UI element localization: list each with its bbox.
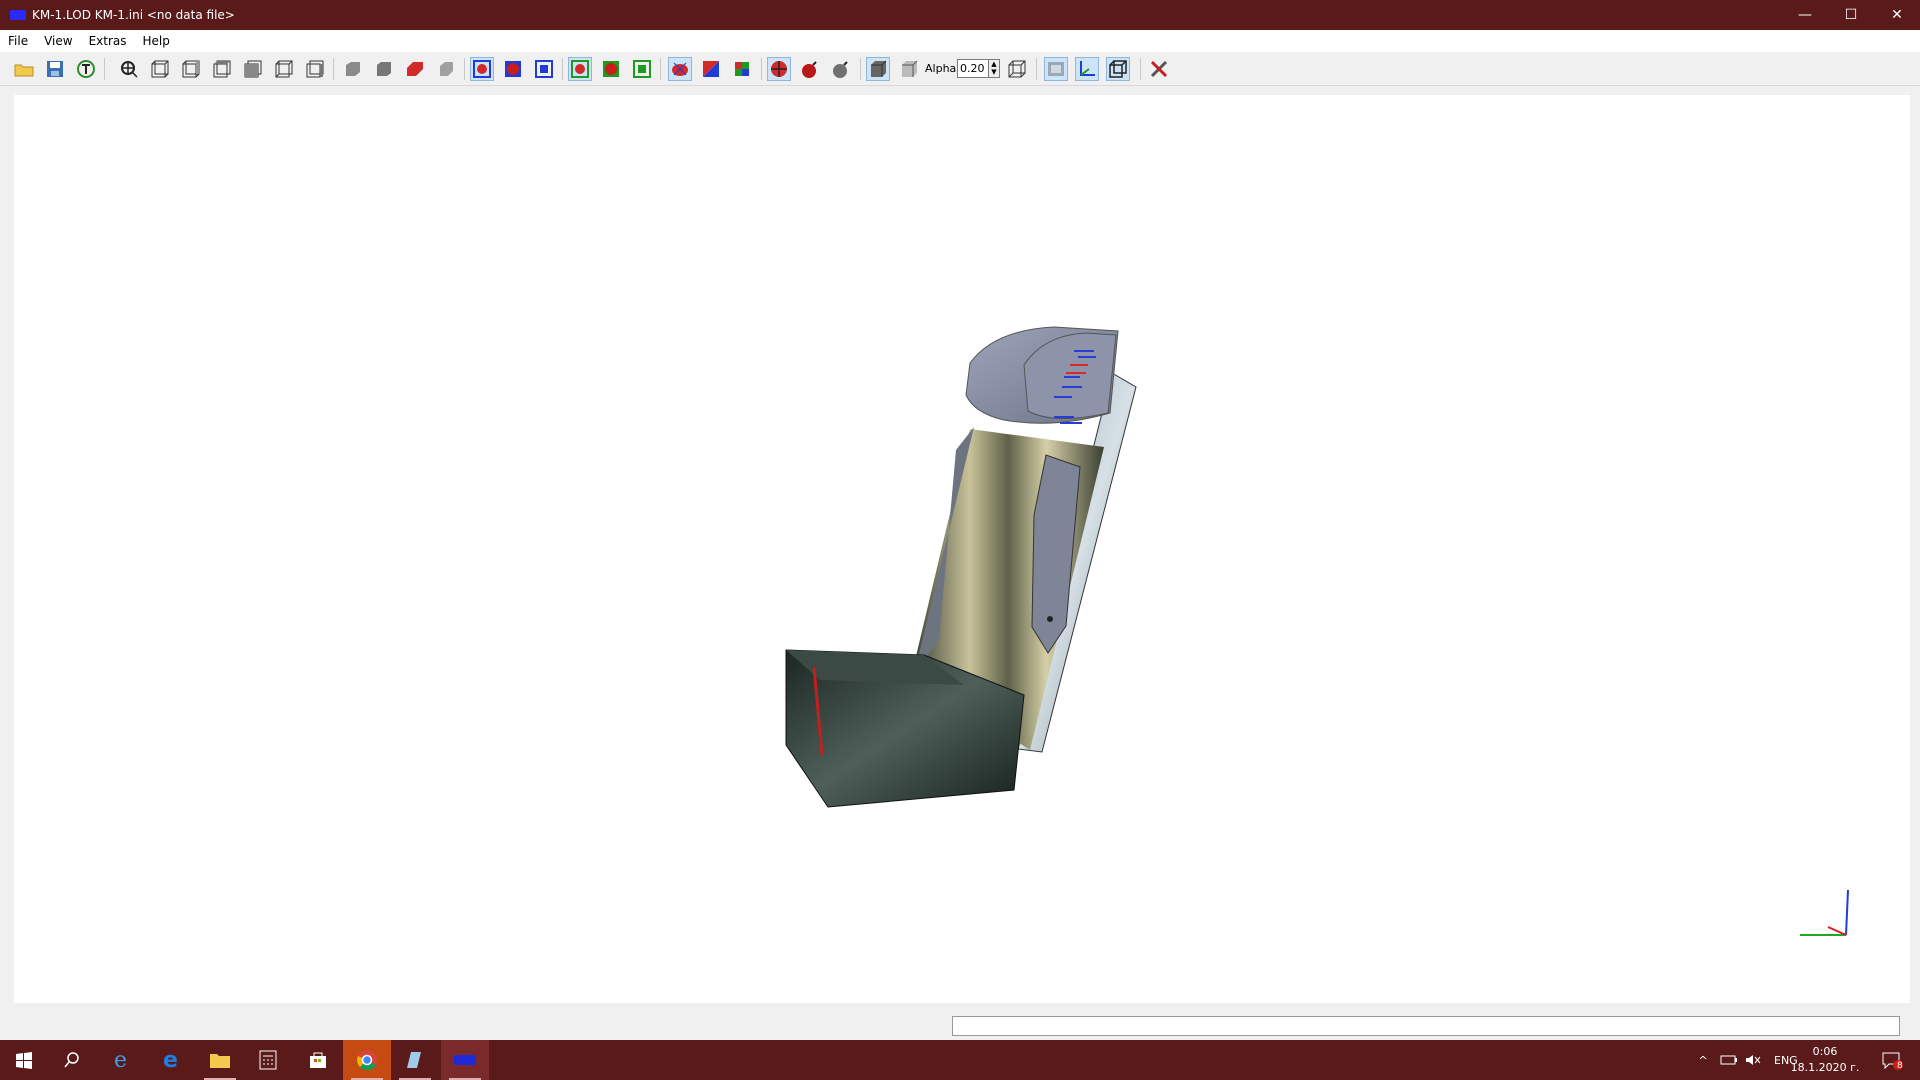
view-back-icon[interactable] [179, 57, 203, 81]
view-bottom-icon[interactable] [241, 57, 265, 81]
alpha-spinner[interactable]: ▲ ▼ [988, 59, 1000, 78]
cube-color-icon[interactable] [730, 57, 754, 81]
volume-muted-icon[interactable] [1744, 1053, 1762, 1067]
open-folder-icon[interactable] [12, 57, 36, 81]
view-right-icon[interactable] [303, 57, 327, 81]
notifications-icon[interactable]: 8 [1868, 1040, 1916, 1080]
store-icon[interactable] [294, 1040, 342, 1080]
clock[interactable]: 0:06 18.1.2020 г. [1785, 1044, 1865, 1076]
app-icon [10, 10, 26, 20]
view-left-icon[interactable] [272, 57, 296, 81]
texture-icon[interactable] [74, 57, 98, 81]
wire-cube-icon[interactable] [1005, 57, 1029, 81]
file-explorer-icon[interactable] [196, 1040, 244, 1080]
solid-cube-icon[interactable] [866, 57, 890, 81]
edge-icon[interactable]: e [146, 1040, 194, 1080]
chrome-icon[interactable] [343, 1040, 391, 1080]
green-solid-icon[interactable] [599, 57, 623, 81]
search-icon[interactable] [48, 1040, 96, 1080]
faces-icon[interactable] [699, 57, 723, 81]
battery-icon[interactable] [1720, 1053, 1738, 1067]
title-bar: KM-1.LOD KM-1.ini <no data file> — ☐ ✕ [0, 0, 1920, 30]
model-render [785, 326, 1849, 936]
3d-viewport[interactable] [14, 95, 1910, 1003]
view-top-icon[interactable] [210, 57, 234, 81]
alpha-label: Alpha: [925, 62, 960, 75]
bomb-icon[interactable] [798, 57, 822, 81]
bounding-box-icon[interactable] [1106, 57, 1130, 81]
system-tray: ^ ENG [1692, 1040, 1797, 1080]
zoom-fit-icon[interactable] [117, 57, 141, 81]
green-wire-icon[interactable] [568, 57, 592, 81]
bomb-gray-icon[interactable] [829, 57, 853, 81]
view-front-icon[interactable] [148, 57, 172, 81]
minimize-button[interactable]: — [1782, 0, 1828, 30]
menu-help[interactable]: Help [135, 34, 178, 48]
background-icon[interactable] [1044, 57, 1068, 81]
blue-box-icon[interactable] [532, 57, 556, 81]
notepad-icon[interactable] [391, 1040, 439, 1080]
svg-text:e: e [163, 1049, 178, 1071]
calculator-icon[interactable] [244, 1040, 292, 1080]
maximize-button[interactable]: ☐ [1828, 0, 1874, 30]
taskbar: e e ^ ENG 0:06 18.1.2020 г. 8 [0, 1040, 1920, 1080]
shade-red-icon[interactable] [403, 57, 427, 81]
clock-time: 0:06 [1812, 1045, 1838, 1058]
svg-text:e: e [114, 1049, 127, 1071]
light-target-icon[interactable] [767, 57, 791, 81]
menu-file[interactable]: File [0, 34, 36, 48]
menu-bar: File View Extras Help [0, 30, 1920, 52]
blue-wire-icon[interactable] [470, 57, 494, 81]
internet-explorer-icon[interactable]: e [98, 1040, 146, 1080]
window-title: KM-1.LOD KM-1.ini <no data file> [32, 8, 235, 22]
green-box-icon[interactable] [630, 57, 654, 81]
tools-icon[interactable] [1147, 57, 1171, 81]
status-field [952, 1016, 1900, 1036]
menu-extras[interactable]: Extras [81, 34, 135, 48]
shade-flat-icon[interactable] [341, 57, 365, 81]
axes-icon[interactable] [1075, 57, 1099, 81]
menu-view[interactable]: View [36, 34, 80, 48]
save-icon[interactable] [43, 57, 67, 81]
clock-date: 18.1.2020 г. [1790, 1061, 1860, 1074]
chevron-up-icon[interactable]: ^ [1692, 1054, 1714, 1067]
transparent-cube-icon[interactable] [897, 57, 921, 81]
shade-solid-icon[interactable] [372, 57, 396, 81]
shade-gray-icon[interactable] [434, 57, 458, 81]
notifications-count: 8 [1897, 1061, 1903, 1071]
window-controls: — ☐ ✕ [1782, 0, 1920, 30]
close-button[interactable]: ✕ [1874, 0, 1920, 30]
blue-solid-icon[interactable] [501, 57, 525, 81]
normals-icon[interactable] [668, 57, 692, 81]
lod-viewer-icon[interactable] [441, 1040, 489, 1080]
start-button[interactable] [0, 1040, 48, 1080]
